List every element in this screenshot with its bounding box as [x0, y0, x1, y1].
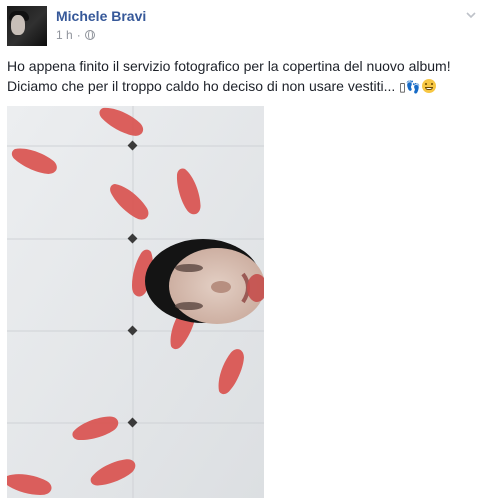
post-text-line-1: Ho appena finito il servizio fotografico…	[7, 58, 451, 74]
timestamp[interactable]: 1 h	[56, 28, 73, 42]
post-meta: 1 h ·	[56, 28, 95, 42]
footprints-icon: 👣	[405, 80, 421, 94]
grinning-face-icon	[421, 79, 436, 93]
chevron-down-icon[interactable]	[465, 9, 477, 21]
post-photo[interactable]	[7, 106, 264, 498]
globe-icon[interactable]	[84, 30, 95, 40]
facebook-post: Michele Bravi 1 h · Ho appena finito il …	[0, 0, 484, 504]
author-name[interactable]: Michele Bravi	[56, 8, 146, 24]
avatar-face	[11, 15, 25, 35]
post-text: Ho appena finito il servizio fotografico…	[7, 56, 477, 97]
meta-separator: ·	[76, 28, 81, 42]
emoji-placeholder-icon: ▯	[399, 80, 406, 94]
post-text-line-2-body: Diciamo che per il troppo caldo ho decis…	[7, 78, 400, 94]
avatar[interactable]	[7, 6, 47, 46]
post-text-line-2: Diciamo che per il troppo caldo ho decis…	[7, 76, 477, 97]
post-header: Michele Bravi 1 h ·	[7, 6, 477, 46]
